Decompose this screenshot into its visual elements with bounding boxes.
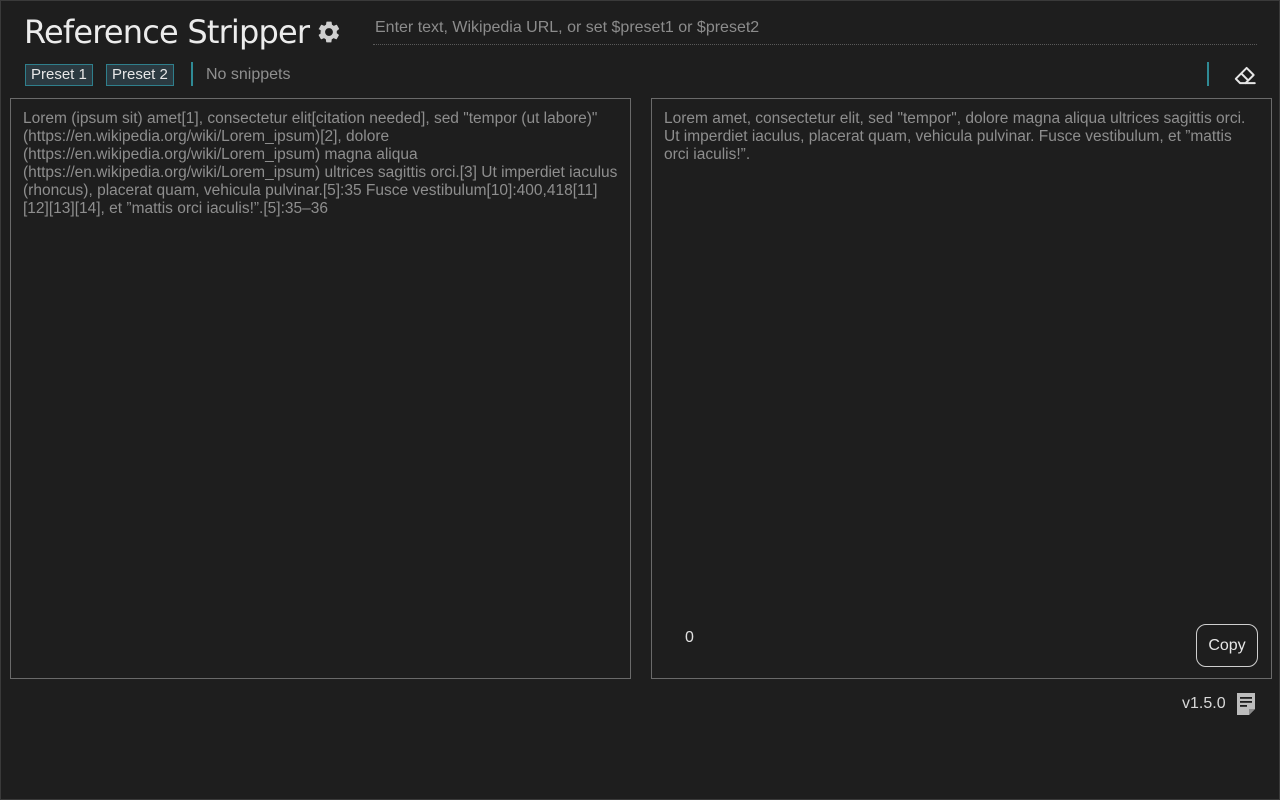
output-panel: Lorem amet, consectetur elit, sed "tempo… — [651, 98, 1272, 679]
char-count: 0 — [685, 629, 694, 646]
preset-2-button[interactable]: Preset 2 — [106, 64, 174, 86]
toolbar-divider-right — [1207, 62, 1209, 86]
notes-button[interactable] — [1233, 690, 1259, 718]
app-title: Reference Stripper — [24, 13, 310, 51]
gear-icon — [318, 21, 340, 43]
input-panel: Lorem (ipsum sit) amet[1], consectetur e… — [10, 98, 631, 679]
notes-icon — [1237, 693, 1255, 715]
version-label: v1.5.0 — [1182, 695, 1226, 712]
snippets-status: No snippets — [206, 66, 291, 83]
search-input[interactable] — [373, 14, 1257, 42]
clear-button[interactable] — [1231, 61, 1259, 89]
input-textarea[interactable]: Lorem (ipsum sit) amet[1], consectetur e… — [11, 99, 630, 678]
preset-1-button[interactable]: Preset 1 — [25, 64, 93, 86]
settings-button[interactable] — [315, 18, 343, 46]
copy-button[interactable]: Copy — [1196, 624, 1258, 667]
search-field — [373, 14, 1257, 45]
app-window: Reference Stripper Preset 1 Preset 2 No … — [0, 0, 1280, 800]
output-text: Lorem amet, consectetur elit, sed "tempo… — [664, 110, 1246, 163]
eraser-icon — [1234, 66, 1256, 85]
toolbar-divider — [191, 62, 193, 86]
